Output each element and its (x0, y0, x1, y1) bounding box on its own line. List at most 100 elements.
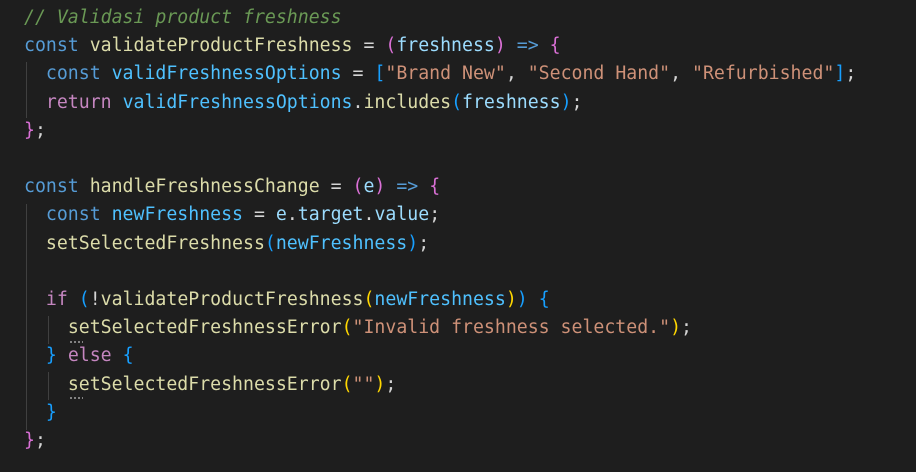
code-token: freshness (396, 35, 495, 57)
code-token: validFreshnessOptions (111, 63, 342, 85)
code-token: "" (352, 373, 375, 395)
code-token: { (549, 35, 561, 57)
code-token: e (363, 176, 375, 198)
code-token: ( (352, 176, 364, 198)
code-token: ( (264, 232, 276, 254)
code-token: const (24, 176, 79, 198)
code-token: value (374, 204, 430, 226)
code-token: . (352, 91, 364, 113)
code-line[interactable]: const validFreshnessOptions = ["Brand Ne… (24, 60, 856, 88)
code-line[interactable]: setSelectedFreshnessError("Invalid fresh… (24, 314, 692, 342)
code-token: ; (845, 63, 857, 85)
code-token: e (275, 204, 287, 226)
code-token: ) (560, 91, 572, 113)
code-token: ) (374, 373, 386, 395)
code-line[interactable]: }; (24, 427, 46, 455)
code-token: => (516, 35, 539, 57)
code-token: } (45, 345, 57, 367)
code-token: includes (363, 91, 452, 113)
code-token: ) (374, 176, 386, 198)
code-token: ; (429, 204, 441, 226)
code-token: ) (407, 232, 419, 254)
code-token: = (243, 204, 276, 226)
code-token: ! (89, 289, 101, 310)
code-token: freshness (462, 91, 561, 113)
code-token: ( (363, 289, 375, 310)
code-token: newFreshness (374, 289, 506, 310)
code-token: newFreshness (111, 204, 244, 226)
code-token: newFreshness (275, 232, 408, 254)
code-line[interactable]: // Validasi product freshness (24, 4, 342, 32)
code-token: } (24, 119, 35, 141)
code-token: ) (670, 317, 682, 339)
code-token: ( (385, 35, 397, 57)
code-token: ; (681, 317, 692, 339)
code-token: = (341, 63, 375, 85)
code-token: ( (341, 373, 353, 395)
code-token: = (352, 35, 386, 57)
code-line[interactable]: setSelectedFreshnessError(""); (24, 371, 397, 399)
code-token: . (286, 204, 298, 226)
code-token: setSelectedFreshnessError (67, 317, 342, 339)
code-token: } (24, 430, 35, 451)
code-token: ; (34, 119, 46, 141)
code-token: setSelectedFreshnessError (67, 373, 342, 395)
code-line[interactable]: const validateProductFreshness = (freshn… (24, 32, 561, 60)
code-line[interactable]: return validFreshnessOptions.includes(fr… (24, 89, 583, 117)
code-token: ) (494, 35, 506, 57)
code-token: , (670, 63, 692, 85)
code-token: { (538, 289, 550, 310)
code-token: ) (516, 289, 528, 310)
code-token: ) (505, 289, 517, 310)
code-editor[interactable]: // Validasi product freshness const valid… (0, 0, 916, 472)
code-line[interactable]: if (!validateProductFreshness(newFreshne… (24, 286, 550, 314)
code-line[interactable]: } else { (24, 342, 134, 370)
code-token: validFreshnessOptions (122, 91, 353, 113)
code-token: "Refurbished" (692, 63, 835, 85)
code-token: ; (34, 430, 46, 451)
code-line[interactable]: setSelectedFreshness(newFreshness); (24, 230, 429, 258)
code-token: "Invalid freshness selected." (352, 317, 671, 339)
code-token: "Brand New" (385, 63, 506, 85)
code-line[interactable]: const handleFreshnessChange = (e) => { (24, 173, 440, 201)
code-token: validateProductFreshness (100, 289, 364, 310)
code-token: ( (78, 289, 90, 310)
code-token: => (396, 176, 419, 198)
code-token: validateProductFreshness (89, 35, 353, 57)
code-token: else (67, 345, 112, 367)
code-token: ; (418, 232, 430, 254)
code-token: , (505, 63, 528, 85)
code-token: ; (571, 91, 583, 113)
code-token: . (363, 204, 375, 226)
code-token: if (45, 289, 68, 310)
code-line[interactable]: } (24, 399, 57, 427)
code-line[interactable]: const newFreshness = e.target.value; (24, 201, 440, 229)
code-token: { (429, 176, 441, 198)
code-token: [ (374, 63, 386, 85)
code-token: ( (451, 91, 463, 113)
code-token: handleFreshnessChange (89, 176, 320, 198)
code-token: } (45, 401, 57, 423)
code-token: return (45, 91, 112, 113)
code-line[interactable]: }; (24, 117, 46, 145)
code-token: setSelectedFreshness (45, 232, 265, 254)
